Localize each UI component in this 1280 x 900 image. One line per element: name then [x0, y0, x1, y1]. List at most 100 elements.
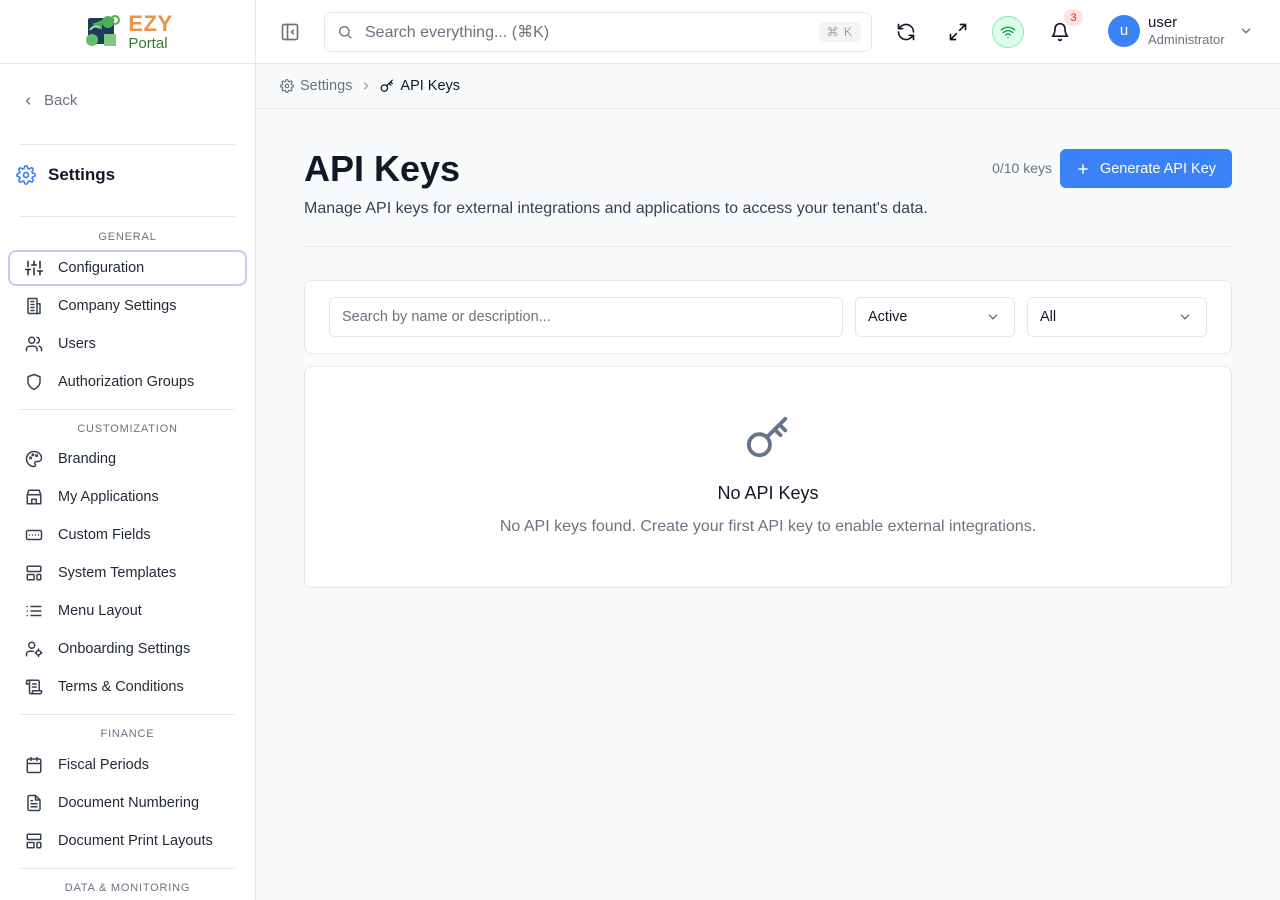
- api-key-search-input[interactable]: Search by name or description...: [329, 297, 843, 337]
- empty-state-description: No API keys found. Create your first API…: [499, 518, 1037, 535]
- calendar-icon: [24, 755, 44, 775]
- plus-icon: [1076, 162, 1090, 176]
- sidebar-item-onboarding-settings[interactable]: Onboarding Settings: [8, 631, 247, 667]
- topbar: Search everything... (⌘K) ⌘ K 3 u user A…: [256, 0, 1280, 64]
- sidebar-item-label: Company Settings: [58, 298, 177, 314]
- chevron-left-icon: [22, 95, 34, 107]
- breadcrumb-current-label: API Keys: [400, 78, 461, 94]
- building-icon: [24, 296, 44, 316]
- gear-icon: [16, 165, 36, 185]
- back-link[interactable]: Back: [22, 92, 77, 109]
- sidebar-item-label: Document Numbering: [58, 795, 200, 811]
- logo-mark-icon: [82, 12, 124, 52]
- sliders-icon: [24, 258, 44, 278]
- store-icon: [24, 487, 44, 507]
- sidebar-item-label: Fiscal Periods: [58, 757, 150, 773]
- user-menu[interactable]: u user Administrator: [1108, 14, 1253, 48]
- search-shortcut: ⌘ K: [818, 22, 861, 42]
- status-filter-value: Active: [868, 309, 908, 325]
- page-title: API Keys: [304, 148, 461, 189]
- avatar: u: [1108, 14, 1140, 47]
- brand-name-bottom: Portal: [128, 34, 168, 52]
- sidebar-item-label: Custom Fields: [58, 527, 151, 543]
- sidebar-item-configuration[interactable]: Configuration: [8, 250, 247, 286]
- section-label-general: GENERAL: [98, 231, 157, 243]
- filter-bar: Search by name or description... Active …: [304, 280, 1232, 354]
- sidebar-item-company-settings[interactable]: Company Settings: [8, 288, 247, 324]
- refresh-icon[interactable]: [890, 16, 922, 48]
- chevron-down-icon: [1178, 310, 1192, 324]
- sidebar-item-label: System Templates: [58, 565, 177, 581]
- sidebar-item-document-numbering[interactable]: Document Numbering: [8, 785, 247, 821]
- chevron-right-icon: [360, 80, 372, 92]
- breadcrumb-parent: Settings: [300, 78, 353, 94]
- sidebar-title-label: Settings: [48, 165, 116, 184]
- breadcrumb: Settings API Keys: [256, 64, 1280, 109]
- type-filter-select[interactable]: All: [1027, 297, 1207, 337]
- generate-api-key-label: Generate API Key: [1099, 160, 1217, 177]
- notification-badge: 3: [1064, 9, 1083, 26]
- status-filter-select[interactable]: Active: [855, 297, 1015, 337]
- sidebar: EZY Portal Back Settings GENERAL Configu…: [0, 0, 256, 900]
- key-icon: [380, 79, 394, 93]
- empty-state: No API Keys No API keys found. Create yo…: [304, 366, 1232, 588]
- sidebar-item-users[interactable]: Users: [8, 326, 247, 362]
- breadcrumb-settings-link[interactable]: Settings: [280, 78, 352, 94]
- empty-state-title: No API Keys: [717, 483, 819, 503]
- key-icon: [745, 415, 791, 461]
- sidebar-divider: [20, 714, 235, 715]
- file-text-icon: [24, 793, 44, 813]
- sidebar-divider: [20, 868, 235, 869]
- sidebar-item-authorization-groups[interactable]: Authorization Groups: [8, 364, 247, 400]
- section-label-customization: CUSTOMIZATION: [77, 423, 178, 435]
- global-search-input[interactable]: Search everything... (⌘K) ⌘ K: [324, 12, 872, 52]
- header-divider: [304, 246, 1232, 247]
- sidebar-item-label: Terms & Conditions: [58, 679, 184, 695]
- sidebar-item-menu-layout[interactable]: Menu Layout: [8, 593, 247, 629]
- sidebar-item-label: Branding: [58, 451, 117, 467]
- connection-status-icon[interactable]: [992, 16, 1024, 48]
- back-label: Back: [44, 92, 78, 109]
- sidebar-divider: [20, 216, 235, 217]
- users-icon: [24, 334, 44, 354]
- sidebar-divider: [20, 144, 235, 145]
- sidebar-item-custom-fields[interactable]: Custom Fields: [8, 517, 247, 553]
- scroll-icon: [24, 677, 44, 697]
- search-icon: [337, 24, 353, 40]
- layout-template-icon: [24, 563, 44, 583]
- sidebar-item-my-applications[interactable]: My Applications: [8, 479, 247, 515]
- sidebar-item-branding[interactable]: Branding: [8, 441, 247, 477]
- sidebar-item-label: My Applications: [58, 489, 159, 505]
- type-filter-value: All: [1040, 309, 1057, 325]
- sidebar-item-label: Document Print Layouts: [58, 833, 213, 849]
- user-name: user: [1148, 14, 1178, 31]
- breadcrumb-current: API Keys: [380, 78, 460, 94]
- chevron-down-icon: [986, 310, 1000, 324]
- sidebar-item-terms-conditions[interactable]: Terms & Conditions: [8, 669, 247, 705]
- sidebar-item-label: Menu Layout: [58, 603, 142, 619]
- fullscreen-icon[interactable]: [942, 16, 974, 48]
- sidebar-item-fiscal-periods[interactable]: Fiscal Periods: [8, 747, 247, 783]
- sidebar-toggle-icon[interactable]: [280, 22, 300, 42]
- layout-template-icon: [24, 831, 44, 851]
- sidebar-item-document-print-layouts[interactable]: Document Print Layouts: [8, 823, 247, 859]
- key-count: 0/10 keys: [992, 160, 1052, 176]
- shield-icon: [24, 372, 44, 392]
- sidebar-divider: [20, 409, 235, 410]
- sidebar-item-label: Onboarding Settings: [58, 641, 191, 657]
- section-label-finance: FINANCE: [100, 728, 155, 740]
- search-placeholder: Search everything... (⌘K): [365, 24, 550, 41]
- user-cog-icon: [24, 639, 44, 659]
- list-icon: [24, 601, 44, 621]
- generate-api-key-button[interactable]: Generate API Key: [1060, 149, 1232, 188]
- sidebar-item-label: Configuration: [58, 260, 145, 276]
- brand-name-top: EZY: [128, 10, 173, 36]
- page-description: Manage API keys for external integration…: [304, 200, 928, 217]
- sidebar-item-system-templates[interactable]: System Templates: [8, 555, 247, 591]
- sidebar-item-label: Users: [58, 336, 96, 352]
- sidebar-item-label: Authorization Groups: [58, 374, 195, 390]
- palette-icon: [24, 449, 44, 469]
- user-role: Administrator: [1148, 32, 1225, 47]
- chevron-down-icon: [1239, 24, 1253, 38]
- logo[interactable]: EZY Portal: [0, 0, 255, 64]
